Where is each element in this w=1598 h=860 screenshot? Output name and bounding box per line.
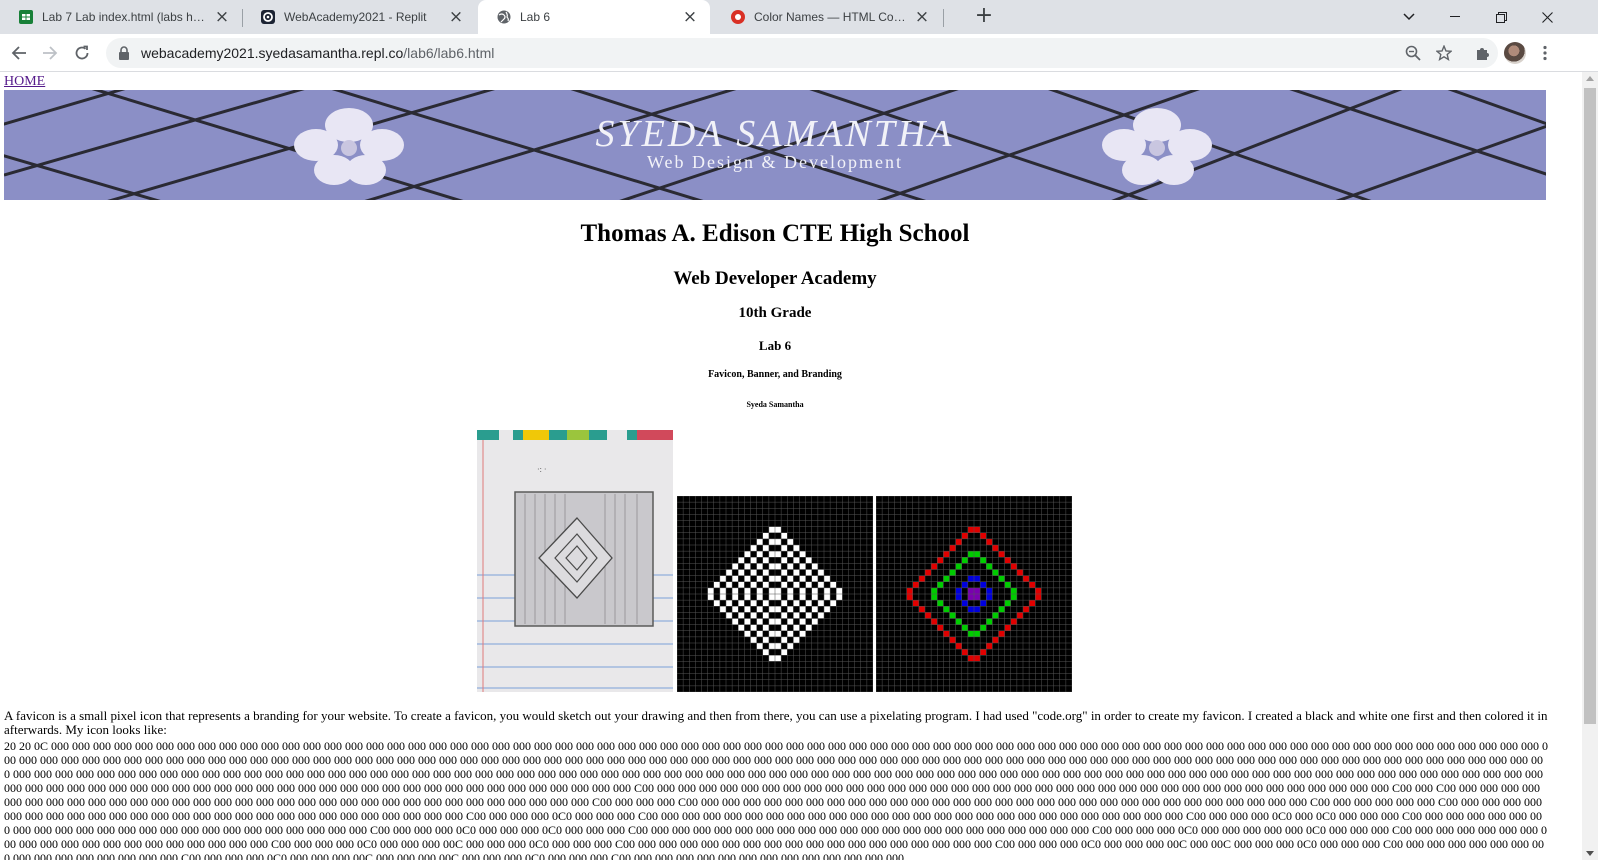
favicon-color-image	[876, 496, 1072, 692]
browser-toolbar: webacademy2021.syedasamantha.repl.co/lab…	[0, 34, 1598, 72]
menu-kebab-icon[interactable]	[1533, 41, 1557, 65]
favicon-hex-dump: 20 20 0C 000 000 000 000 000 000 000 000…	[4, 739, 1549, 860]
forward-arrow-icon[interactable]	[38, 41, 62, 65]
lock-icon[interactable]	[118, 46, 130, 60]
banner-subtitle: Web Design & Development	[646, 152, 903, 172]
heading-lab: Lab 6	[758, 338, 792, 353]
scroll-up-arrow-icon[interactable]	[1586, 76, 1594, 81]
new-tab-plus-icon[interactable]: +	[972, 5, 996, 29]
tab-replit[interactable]: WebAcademy2021 - Replit ×	[242, 0, 476, 34]
tab-title: Lab 6	[520, 10, 551, 24]
close-window-icon[interactable]	[1524, 0, 1570, 34]
url-text[interactable]: webacademy2021.syedasamantha.repl.co/lab…	[141, 45, 494, 61]
tab-title: WebAcademy2021 - Replit	[284, 10, 427, 24]
google-sheets-icon	[19, 10, 33, 24]
globe-icon	[497, 10, 511, 24]
heading-topic: Favicon, Banner, and Branding	[708, 369, 842, 380]
scrollbar-thumb[interactable]	[1584, 88, 1596, 724]
close-tab-icon[interactable]: ×	[682, 9, 698, 26]
close-tab-icon[interactable]: ×	[214, 9, 230, 26]
tab-divider	[943, 9, 944, 27]
web-page: HOME SYEDA SAMANTHA Web Design & Develop…	[0, 72, 1582, 860]
vertical-scrollbar[interactable]	[1582, 72, 1598, 860]
svg-text:·: ·: ·: ·	[537, 465, 547, 474]
heading-school: Thomas A. Edison CTE High School	[580, 220, 970, 247]
red-circle-icon	[731, 10, 745, 24]
url-path: /lab6/lab6.html	[403, 45, 495, 61]
favicon-bw-image	[677, 496, 873, 692]
heading-academy: Web Developer Academy	[673, 268, 877, 289]
tab-title: Color Names — HTML Color Codes	[754, 10, 908, 24]
home-link[interactable]: HOME	[4, 74, 45, 90]
zoom-icon[interactable]	[1403, 43, 1423, 63]
restore-icon[interactable]	[1478, 0, 1524, 34]
url-host: webacademy2021.syedasamantha.repl.co	[141, 45, 404, 61]
tab-lab7-index[interactable]: Lab 7 Lab index.html (labs homepage) ×	[0, 0, 242, 34]
replit-icon	[261, 10, 275, 24]
sketch-photo: ·: ·	[477, 430, 673, 692]
tab-strip: Lab 7 Lab index.html (labs homepage) × W…	[0, 0, 1598, 34]
profile-avatar[interactable]	[1503, 41, 1527, 65]
tab-lab6[interactable]: Lab 6 ×	[478, 0, 710, 34]
minimize-icon[interactable]	[1432, 0, 1478, 34]
reload-icon[interactable]	[70, 41, 94, 65]
favicon-description: A favicon is a small pixel icon that rep…	[4, 708, 1548, 737]
close-tab-icon[interactable]: ×	[914, 9, 930, 26]
bookmark-star-icon[interactable]	[1434, 43, 1454, 63]
heading-grade: 10th Grade	[738, 305, 812, 321]
scroll-down-arrow-icon[interactable]	[1586, 851, 1594, 856]
tab-color-names[interactable]: Color Names — HTML Color Codes ×	[712, 0, 942, 34]
close-tab-icon[interactable]: ×	[448, 9, 464, 26]
banner-image: SYEDA SAMANTHA Web Design & Development	[4, 90, 1546, 200]
tab-search-chevron-icon[interactable]	[1386, 0, 1432, 34]
banner-title: SYEDA SAMANTHA	[595, 113, 955, 155]
heading-author: Syeda Samantha	[746, 400, 804, 409]
extensions-puzzle-icon[interactable]	[1471, 41, 1495, 65]
back-arrow-icon[interactable]	[7, 41, 31, 65]
address-bar[interactable]: webacademy2021.syedasamantha.repl.co/lab…	[106, 38, 1498, 68]
tab-title: Lab 7 Lab index.html (labs homepage)	[42, 10, 208, 24]
